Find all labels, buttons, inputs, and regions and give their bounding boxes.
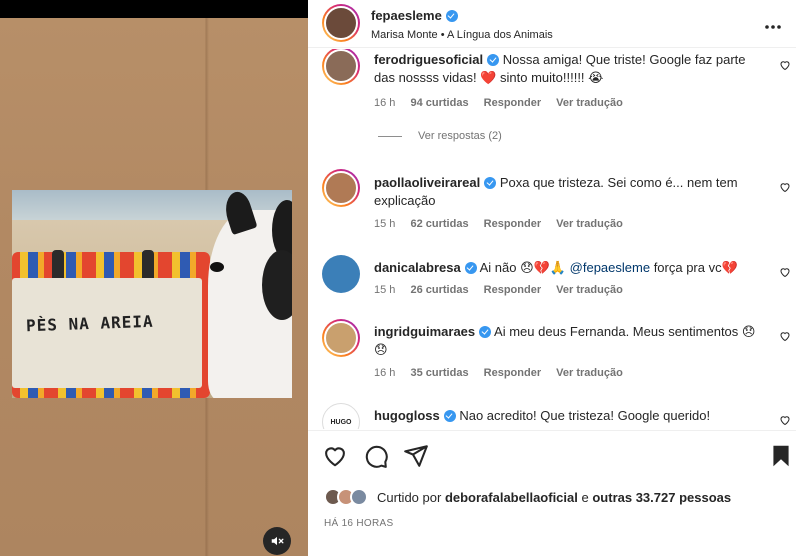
post-sidebar: fepaesleme Marisa Monte • A Língua dos A… <box>308 0 796 556</box>
comment-time[interactable]: 15 h <box>374 284 395 296</box>
reply-link[interactable]: Responder <box>484 284 541 296</box>
comment-avatar[interactable] <box>322 255 360 293</box>
comment-avatar[interactable] <box>322 169 360 207</box>
comment-meta: 16 h 94 curtidas Responder Ver tradução <box>374 97 635 109</box>
comment-username[interactable]: hugogloss <box>374 408 440 423</box>
comment-body: Ai não 😞💔🙏 <box>479 260 567 275</box>
verified-badge-icon <box>484 177 497 189</box>
dog-nose <box>210 262 224 272</box>
comment-meta: 16 h 35 curtidas Responder Ver tradução <box>374 367 635 379</box>
comments-list[interactable]: ferodriguesoficial Nossa amiga! Que tris… <box>308 49 796 429</box>
music-info[interactable]: Marisa Monte • A Língua dos Animais <box>371 29 553 41</box>
liked-by-prefix: Curtido por <box>377 489 442 505</box>
comment-mention[interactable]: @fepaesleme <box>570 260 650 275</box>
comment-text: ingridguimaraes Ai meu deus Fernanda. Me… <box>374 323 764 359</box>
liker-avatar <box>350 488 368 506</box>
verified-badge-icon <box>464 262 477 274</box>
liked-by-others[interactable]: outras 33.727 pessoas <box>592 490 731 505</box>
comment-icon[interactable] <box>363 443 389 469</box>
comment-username[interactable]: ferodriguesoficial <box>374 52 483 67</box>
comment-like-icon[interactable] <box>779 330 791 345</box>
liked-by-and: e <box>581 489 589 505</box>
mute-button[interactable] <box>263 527 291 555</box>
comment-time[interactable]: 16 h <box>374 367 395 379</box>
comment-body-after: força pra vc💔 <box>653 260 738 275</box>
comment-text: ferodriguesoficial Nossa amiga! Que tris… <box>374 51 764 87</box>
comment-avatar[interactable] <box>322 319 360 357</box>
comment-likes[interactable]: 35 curtidas <box>410 367 468 379</box>
post-header: fepaesleme Marisa Monte • A Língua dos A… <box>308 0 796 48</box>
comment-username[interactable]: danicalabresa <box>374 260 461 275</box>
comment-text: danicalabresa Ai não 😞💔🙏 @fepaesleme for… <box>374 259 764 277</box>
comment-like-icon[interactable] <box>779 181 791 196</box>
comment-like-icon[interactable] <box>779 414 791 429</box>
reply-link[interactable]: Responder <box>484 97 541 109</box>
comment-time[interactable]: 15 h <box>374 218 395 230</box>
post-timestamp[interactable]: HÁ 16 HORAS <box>324 518 393 529</box>
comment-likes[interactable]: 62 curtidas <box>410 218 468 230</box>
verified-badge-icon <box>487 54 500 66</box>
translate-link[interactable]: Ver tradução <box>556 284 623 296</box>
more-options-icon[interactable] <box>764 14 782 35</box>
post-media[interactable]: PÈS NA AREIA <box>0 0 308 556</box>
comment-likes[interactable]: 94 curtidas <box>410 97 468 109</box>
author-avatar[interactable] <box>322 4 360 42</box>
speaker-muted-icon <box>271 536 284 546</box>
translate-link[interactable]: Ver tradução <box>556 367 623 379</box>
verified-badge-icon <box>445 10 458 22</box>
avatar-logo-text: HUGO <box>322 403 360 429</box>
reply-link[interactable]: Responder <box>484 218 541 230</box>
comment-meta: 15 h 26 curtidas Responder Ver tradução <box>374 284 635 296</box>
comment-username[interactable]: paollaoliveirareal <box>374 175 480 190</box>
bookmark-icon[interactable] <box>768 443 794 469</box>
comment-likes[interactable]: 26 curtidas <box>410 284 468 296</box>
liked-by-user[interactable]: deborafalabellaoficial <box>445 490 578 505</box>
media-top-bar <box>0 0 308 18</box>
view-replies-button[interactable]: Ver respostas (2) <box>378 130 502 142</box>
comment-like-icon[interactable] <box>779 59 791 74</box>
comment-like-icon[interactable] <box>779 266 791 281</box>
translate-link[interactable]: Ver tradução <box>556 218 623 230</box>
view-replies-label[interactable]: Ver respostas (2) <box>418 130 502 142</box>
comment-meta: 15 h 62 curtidas Responder Ver tradução <box>374 218 635 230</box>
comment-username[interactable]: ingridguimaraes <box>374 324 475 339</box>
liked-by-text: Curtido por deborafalabellaoficial e out… <box>377 490 731 505</box>
translate-link[interactable]: Ver tradução <box>556 97 623 109</box>
verified-badge-icon <box>443 410 456 422</box>
comment-avatar[interactable]: HUGO <box>322 403 360 429</box>
divider-line <box>378 135 402 137</box>
send-icon[interactable] <box>403 443 429 469</box>
author-username[interactable]: fepaesleme <box>371 8 442 23</box>
heart-icon[interactable] <box>322 443 348 469</box>
author-username-row[interactable]: fepaesleme <box>371 8 458 23</box>
comment-text: hugogloss Nao acredito! Que tristeza! Go… <box>374 407 764 425</box>
reply-link[interactable]: Responder <box>484 367 541 379</box>
verified-badge-icon <box>479 326 492 338</box>
liked-by-row[interactable]: Curtido por deborafalabellaoficial e out… <box>324 487 731 507</box>
post-actions: Curtido por deborafalabellaoficial e out… <box>308 430 796 556</box>
comment-text: paollaoliveirareal Poxa que tristeza. Se… <box>374 174 764 210</box>
post-photo: PÈS NA AREIA <box>12 190 292 398</box>
comment-time[interactable]: 16 h <box>374 97 395 109</box>
comment-body: Nao acredito! Que tristeza! Google queri… <box>459 408 711 423</box>
comment-avatar[interactable] <box>322 49 360 85</box>
